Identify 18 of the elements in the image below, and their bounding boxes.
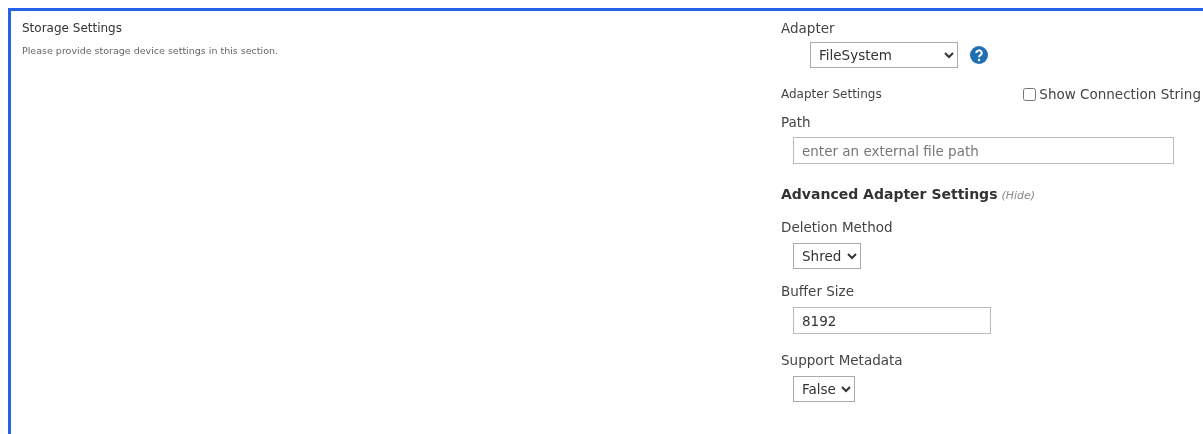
section-label: Adapter Settings (781, 86, 882, 104)
field-label: Adapter (781, 19, 836, 37)
checkbox[interactable] (1023, 87, 1037, 101)
field-label: Buffer Size (781, 282, 855, 301)
field-label: Path (781, 113, 812, 132)
section-title: Storage Settings (22, 20, 123, 37)
dropdown[interactable]: FileSystem (810, 42, 958, 68)
field-label: Support Metadata (781, 351, 904, 370)
dropdown[interactable]: False (793, 376, 855, 403)
section-heading: Advanced Adapter Settings (781, 186, 998, 203)
text-field[interactable]: enter an external file path (793, 137, 1174, 165)
checkbox-option[interactable]: Show Connection String (1023, 84, 1201, 105)
section-description: Please provide storage device settings in this section. (22, 44, 280, 58)
field-label: Deletion Method (781, 218, 894, 237)
text-field[interactable]: 8192 (793, 307, 991, 335)
help-icon[interactable] (970, 46, 988, 64)
hide-link[interactable]: (Hide) (1001, 189, 1036, 203)
dropdown[interactable]: Shred (793, 243, 861, 270)
